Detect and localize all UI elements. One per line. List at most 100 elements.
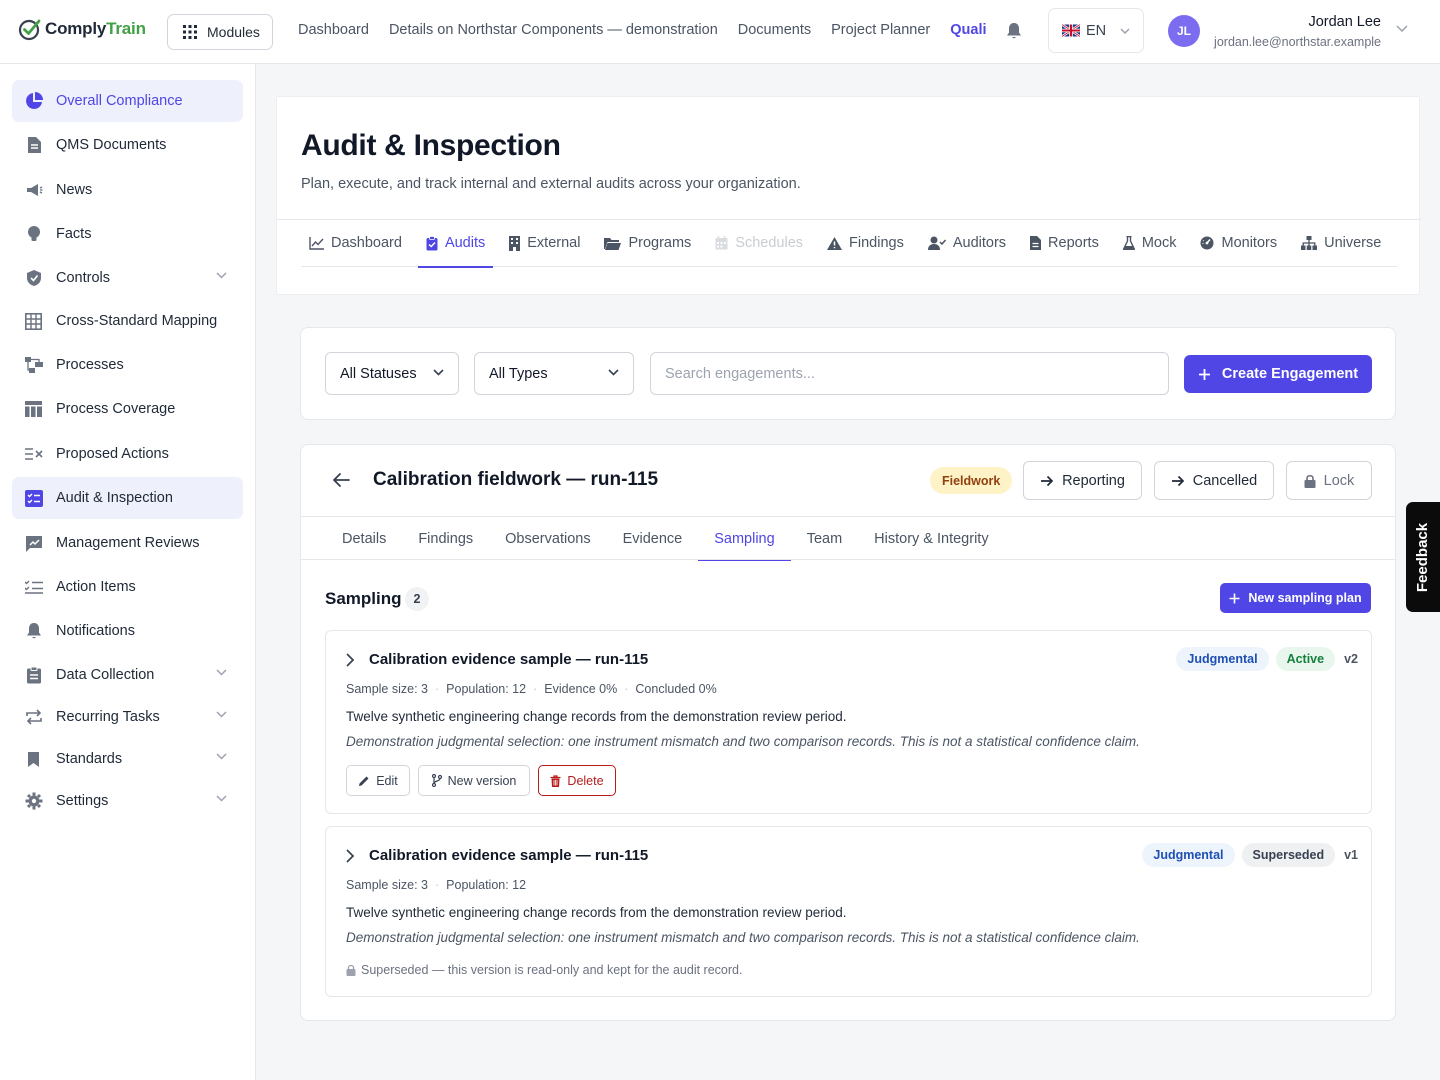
sidebar-item-facts[interactable]: Facts	[12, 213, 243, 255]
sidebar-item-overall-compliance[interactable]: Overall Compliance	[12, 80, 243, 122]
subtab-details[interactable]: Details	[326, 517, 402, 560]
tab-findings[interactable]: Findings	[819, 219, 912, 267]
subtab-history-integrity[interactable]: History & Integrity	[858, 517, 1004, 560]
bell-icon[interactable]	[1006, 22, 1022, 40]
chevron-down-icon	[216, 669, 227, 676]
sidebar-item-label: Standards	[56, 751, 123, 767]
move-to-reporting-button[interactable]: Reporting	[1023, 461, 1142, 500]
engagement-tabs: Details Findings Observations Evidence S…	[326, 517, 1395, 561]
edit-plan-button[interactable]: Edit	[346, 765, 410, 796]
language-selector[interactable]: EN	[1048, 8, 1144, 53]
lock-icon	[1304, 474, 1316, 488]
user-avatar[interactable]: JL	[1168, 15, 1200, 47]
move-to-cancelled-button[interactable]: Cancelled	[1154, 461, 1274, 500]
topnav-details[interactable]: Details on Northstar Components — demons…	[389, 22, 718, 38]
sidebar-item-news[interactable]: News	[12, 169, 243, 211]
top-bar: ComplyTrain Modules Dashboard Details on…	[0, 0, 1440, 64]
user-name[interactable]: Jordan Lee	[1211, 14, 1381, 30]
topnav-project-planner[interactable]: Project Planner	[831, 22, 930, 38]
separator-dot: ·	[624, 682, 629, 696]
sidebar-item-settings[interactable]: Settings	[12, 780, 243, 822]
tab-reports[interactable]: Reports	[1022, 219, 1107, 267]
topnav-documents[interactable]: Documents	[738, 22, 811, 38]
create-engagement-button[interactable]: Create Engagement	[1184, 355, 1372, 393]
sidebar-item-standards[interactable]: Standards	[12, 738, 243, 780]
sampling-plan-title[interactable]: Calibration evidence sample — run-115	[369, 651, 648, 668]
back-arrow-icon[interactable]	[332, 472, 350, 488]
tab-mock[interactable]: Mock	[1115, 219, 1185, 267]
status-badge: Active	[1275, 647, 1336, 671]
tab-label: Audits	[444, 235, 486, 251]
tab-monitors[interactable]: Monitors	[1192, 219, 1285, 267]
sidebar-item-data-collection[interactable]: Data Collection	[12, 654, 243, 696]
sampling-plan-title[interactable]: Calibration evidence sample — run-115	[369, 847, 648, 864]
repeat-icon	[24, 708, 43, 727]
separator-dot: ·	[533, 682, 538, 696]
sidebar-item-notifications[interactable]: Notifications	[12, 610, 243, 652]
document-icon	[24, 136, 43, 155]
new-version-button[interactable]: New version	[418, 765, 530, 796]
concluded-progress: Concluded 0%	[635, 682, 717, 696]
user-menu-chevron-icon[interactable]	[1396, 25, 1408, 32]
tab-universe[interactable]: Universe	[1293, 219, 1389, 267]
sidebar-item-label: Settings	[56, 793, 109, 809]
chevron-down-icon	[216, 795, 227, 802]
chart-line-icon	[309, 236, 324, 250]
topnav-dashboard[interactable]: Dashboard	[298, 22, 369, 38]
topnav-quali[interactable]: Quali	[950, 22, 986, 38]
tab-programs[interactable]: Programs	[596, 219, 699, 267]
tab-external[interactable]: External	[501, 219, 588, 267]
sidebar-item-label: Management Reviews	[56, 535, 200, 551]
sidebar-item-action-items[interactable]: Action Items	[12, 566, 243, 608]
chevron-right-icon[interactable]	[346, 653, 354, 667]
modules-button[interactable]: Modules	[167, 14, 273, 50]
sidebar-item-label: Overall Compliance	[56, 93, 183, 109]
chat-chart-icon	[24, 534, 43, 553]
tab-audits[interactable]: Audits	[417, 219, 494, 268]
subtab-findings[interactable]: Findings	[402, 517, 489, 560]
sampling-plan-card: Calibration evidence sample — run-115 Ju…	[325, 826, 1372, 997]
engagement-title: Calibration fieldwork — run-115	[373, 469, 659, 490]
type-filter-select[interactable]: All Types	[474, 352, 634, 395]
lock-button[interactable]: Lock	[1286, 461, 1372, 500]
sampling-section-title: Sampling	[325, 589, 402, 608]
delete-plan-button[interactable]: Delete	[538, 765, 616, 796]
subtab-sampling[interactable]: Sampling	[698, 517, 792, 561]
sidebar-item-label: Process Coverage	[56, 401, 176, 417]
chevron-right-icon[interactable]	[346, 849, 354, 863]
tab-schedules[interactable]: Schedules	[707, 219, 811, 267]
sidebar-item-management-reviews[interactable]: Management Reviews	[12, 522, 243, 564]
engagement-search-input[interactable]	[650, 352, 1169, 395]
modules-label: Modules	[207, 24, 260, 40]
sidebar-item-cross-standard-mapping[interactable]: Cross-Standard Mapping	[12, 300, 243, 342]
new-sampling-plan-button[interactable]: New sampling plan	[1220, 583, 1371, 613]
sidebar-item-recurring-tasks[interactable]: Recurring Tasks	[12, 696, 243, 738]
new-version-label: New version	[447, 773, 517, 788]
warning-icon	[827, 236, 843, 250]
tab-label: Universe	[1324, 235, 1382, 251]
subtab-evidence[interactable]: Evidence	[607, 517, 699, 560]
sidebar-item-processes[interactable]: Processes	[12, 344, 243, 386]
sidebar-item-qms-documents[interactable]: QMS Documents	[12, 124, 243, 166]
status-filter-select[interactable]: All Statuses	[325, 352, 459, 395]
sidebar-item-process-coverage[interactable]: Process Coverage	[12, 388, 243, 430]
report-icon	[1030, 236, 1042, 250]
feedback-label: Feedback	[1414, 522, 1432, 592]
tab-auditors[interactable]: Auditors	[920, 219, 1014, 267]
tab-label: Findings	[849, 235, 904, 251]
plan-meta: Sample size: 3 · Population: 12	[346, 878, 526, 892]
sidebar-item-audit-inspection[interactable]: Audit & Inspection	[12, 477, 243, 519]
subtab-team[interactable]: Team	[791, 517, 858, 560]
chevron-down-icon	[216, 753, 227, 760]
app-logo[interactable]: ComplyTrain	[18, 17, 146, 41]
feedback-tab[interactable]: Feedback	[1406, 502, 1440, 612]
sample-size: Sample size: 3	[346, 878, 428, 892]
population: Population: 12	[446, 682, 527, 696]
tab-label: External	[527, 235, 581, 251]
subtab-observations[interactable]: Observations	[489, 517, 606, 560]
plus-icon	[1198, 368, 1210, 380]
tab-dashboard[interactable]: Dashboard	[301, 219, 410, 267]
sidebar-item-proposed-actions[interactable]: Proposed Actions	[12, 433, 243, 475]
page-title: Audit & Inspection	[301, 129, 561, 162]
sidebar-item-controls[interactable]: Controls	[12, 257, 243, 299]
